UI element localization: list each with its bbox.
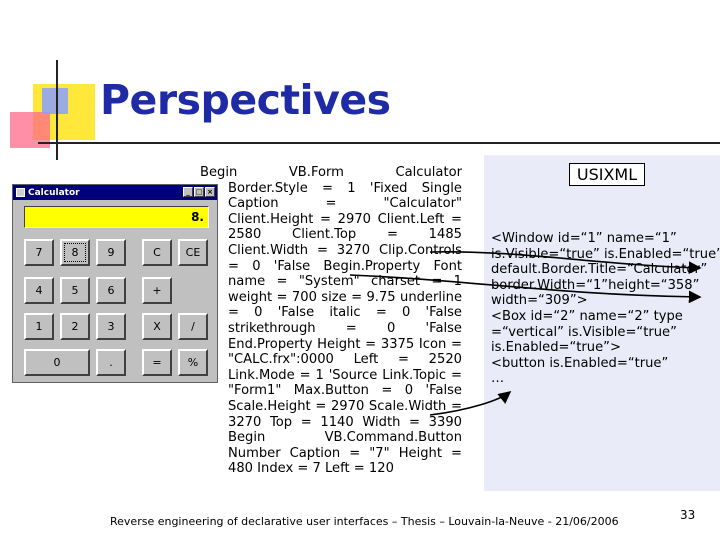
calc-button-equals[interactable]: = bbox=[142, 349, 172, 376]
vb-code-body: Border.Style = 1 'Fixed Single Caption =… bbox=[228, 180, 462, 477]
calculator-display: 8. bbox=[24, 206, 209, 228]
usixml-line: =“vertical” is.Visible=“true” bbox=[491, 324, 677, 340]
calc-button-plus[interactable]: + bbox=[142, 277, 172, 304]
window-controls: _ □ × bbox=[183, 187, 215, 197]
close-button[interactable]: × bbox=[205, 187, 215, 197]
calculator-app-icon bbox=[16, 188, 25, 197]
logo-vertical-line bbox=[56, 60, 58, 160]
minimize-button[interactable]: _ bbox=[183, 187, 193, 197]
logo-blue-square bbox=[42, 88, 68, 114]
calc-button-clear-entry[interactable]: CE bbox=[178, 239, 208, 266]
usixml-line: border.Width=“1”height=“358” bbox=[491, 277, 700, 293]
calculator-window-title: Calculator bbox=[28, 187, 80, 198]
usixml-line: … bbox=[491, 371, 505, 387]
calc-button-8[interactable]: 8 bbox=[60, 239, 90, 266]
calc-button-multiply[interactable]: X bbox=[142, 313, 172, 340]
slide-footer: Reverse engineering of declarative user … bbox=[110, 515, 619, 528]
usixml-line: <Window id=“1” name=“1” bbox=[491, 231, 677, 246]
title-underline bbox=[38, 142, 720, 144]
slide-title: Perspectives bbox=[100, 76, 391, 124]
calc-button-2[interactable]: 2 bbox=[60, 313, 90, 340]
calc-button-9[interactable]: 9 bbox=[96, 239, 126, 266]
calc-button-3[interactable]: 3 bbox=[96, 313, 126, 340]
calc-button-5[interactable]: 5 bbox=[60, 277, 90, 304]
usixml-line: is.Visible=“true” is.Enabled=“true” bbox=[491, 246, 720, 262]
calc-button-clear[interactable]: C bbox=[142, 239, 172, 266]
usixml-line: width=“309”> bbox=[491, 293, 588, 309]
vb-code-first-line: Begin VB.Form Calculator bbox=[200, 165, 462, 180]
calc-button-7[interactable]: 7 bbox=[24, 239, 54, 266]
usixml-code: <Window id=“1” name=“1” is.Visible=“true… bbox=[491, 231, 720, 387]
calc-button-1[interactable]: 1 bbox=[24, 313, 54, 340]
usixml-line: is.Enabled=“true”> bbox=[491, 340, 621, 356]
maximize-button[interactable]: □ bbox=[194, 187, 204, 197]
vb-form-code: Begin VB.Form Calculator Border.Style = … bbox=[200, 165, 462, 477]
calc-button-percent[interactable]: % bbox=[178, 349, 208, 376]
calc-button-decimal[interactable]: . bbox=[96, 349, 126, 376]
page-number: 33 bbox=[680, 508, 696, 522]
usixml-label: USIXML bbox=[569, 163, 645, 186]
usixml-line: <Box id=“2” name=“2” type bbox=[491, 308, 683, 324]
calculator-window[interactable]: Calculator _ □ × 8. 7 8 9 C CE 4 5 6 + 1… bbox=[12, 184, 218, 383]
calc-button-0[interactable]: 0 bbox=[24, 349, 90, 376]
calc-button-divide[interactable]: / bbox=[178, 313, 208, 340]
calc-button-4[interactable]: 4 bbox=[24, 277, 54, 304]
calculator-titlebar[interactable]: Calculator _ □ × bbox=[13, 185, 217, 200]
calc-button-6[interactable]: 6 bbox=[96, 277, 126, 304]
usixml-line: <button is.Enabled=“true” bbox=[491, 355, 669, 371]
usixml-line: default.Border.Title=“Calculator” bbox=[491, 262, 708, 278]
